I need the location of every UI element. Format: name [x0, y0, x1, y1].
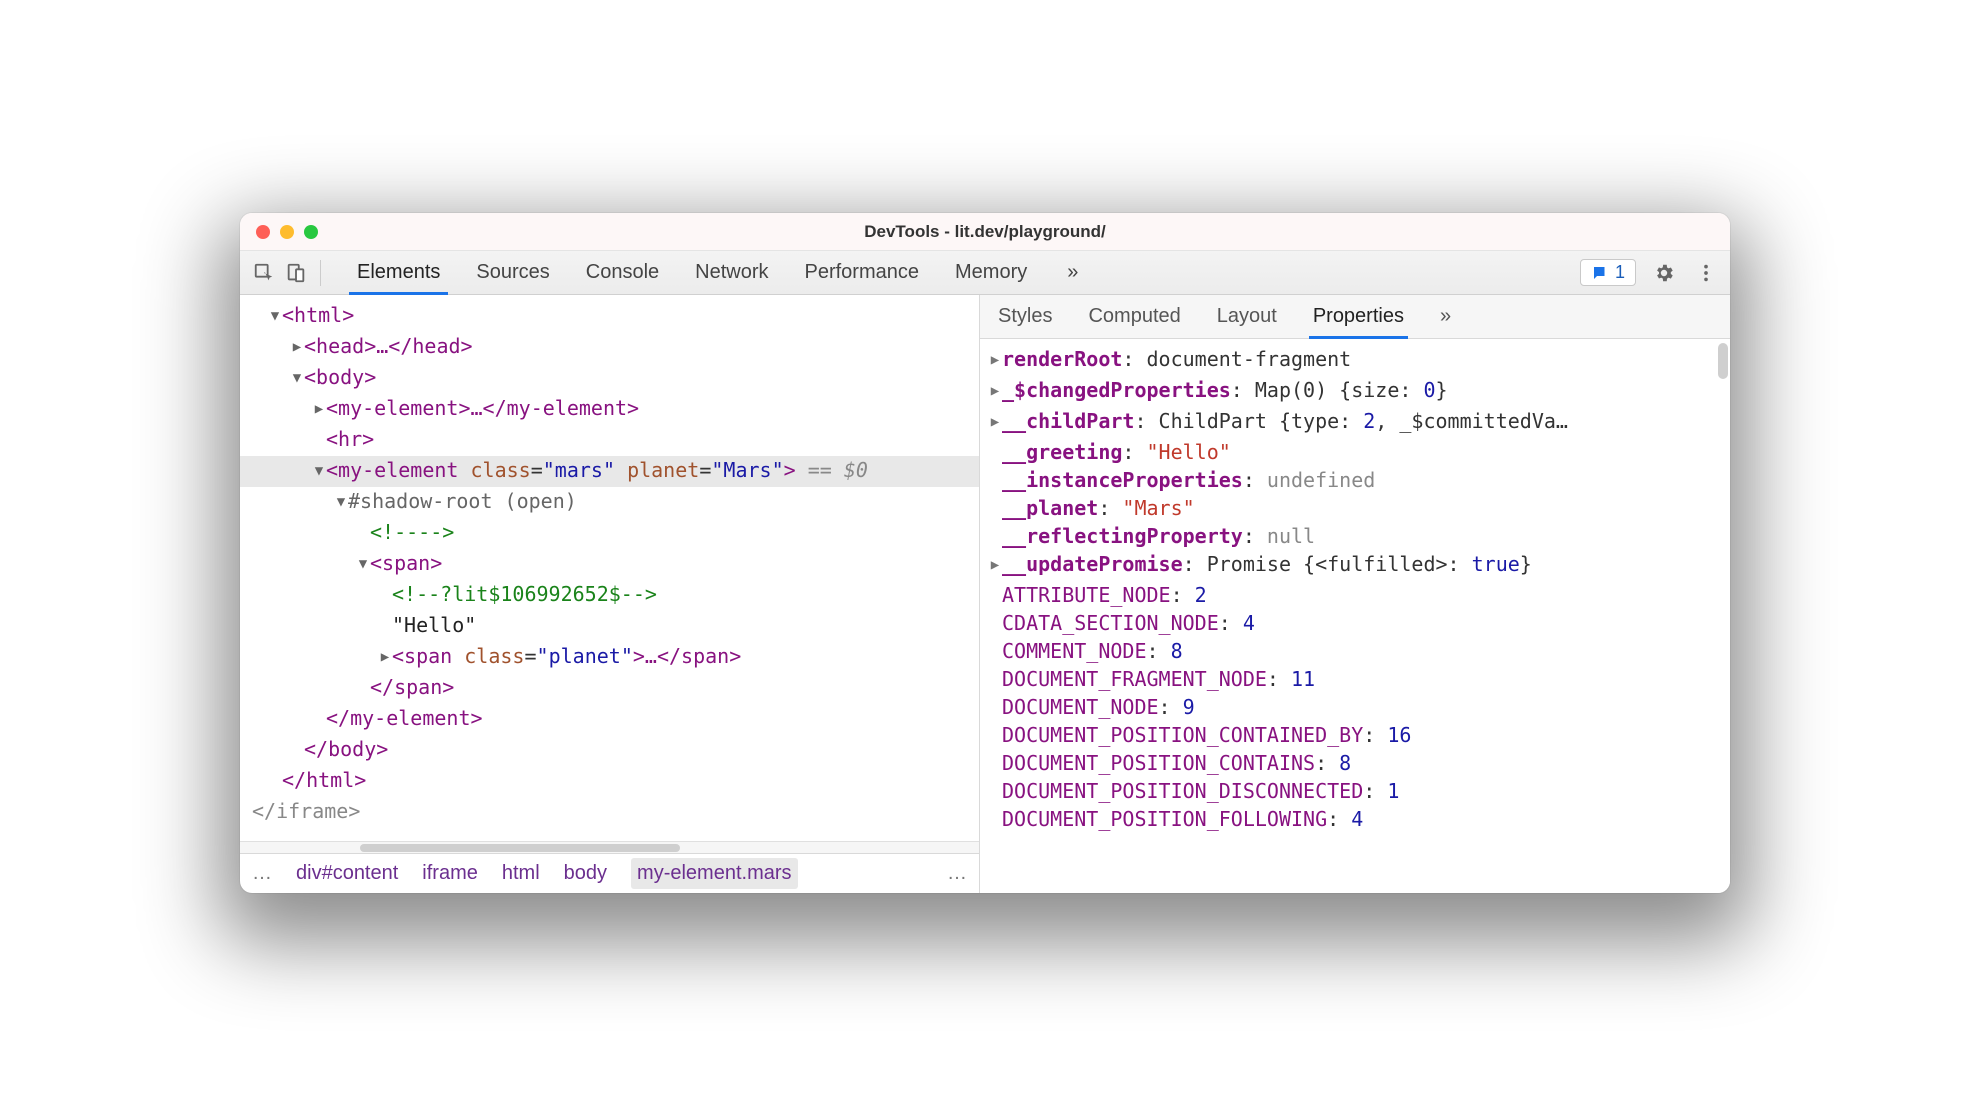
main-toolbar: ElementsSourcesConsoleNetworkPerformance… — [240, 251, 1730, 295]
dom-horizontal-scrollbar[interactable] — [240, 841, 979, 853]
property-row[interactable]: __reflectingProperty: null — [988, 522, 1722, 550]
dom-comment-empty[interactable]: <!----> — [370, 520, 454, 544]
more-options-icon[interactable] — [1692, 259, 1720, 287]
sidebar-tab-layout[interactable]: Layout — [1213, 295, 1281, 338]
dom-html-close[interactable]: </html> — [282, 768, 366, 792]
dom-body-open[interactable]: <body> — [304, 365, 376, 389]
breadcrumb-item[interactable]: body — [564, 862, 607, 885]
panel-tab-console[interactable]: Console — [568, 251, 677, 294]
property-row[interactable]: ▶__childPart: ChildPart {type: 2, _$comm… — [988, 407, 1722, 438]
devtools-window: DevTools - lit.dev/playground/ ElementsS… — [240, 213, 1730, 893]
property-row[interactable]: DOCUMENT_POSITION_FOLLOWING: 4 — [988, 805, 1722, 833]
panel-tabs-more[interactable]: » — [1049, 261, 1096, 284]
dom-shadow-root[interactable]: #shadow-root (open) — [348, 489, 577, 513]
dom-hr[interactable]: <hr> — [326, 427, 374, 451]
property-row[interactable]: ATTRIBUTE_NODE: 2 — [988, 581, 1722, 609]
window-title: DevTools - lit.dev/playground/ — [240, 222, 1730, 242]
panel-tab-network[interactable]: Network — [677, 251, 786, 294]
dom-iframe-ghost: </iframe> — [252, 799, 360, 823]
panel-tabs: ElementsSourcesConsoleNetworkPerformance… — [339, 251, 1045, 294]
dom-selected-row[interactable]: ▼<my-element class="mars" planet="Mars">… — [240, 456, 979, 487]
issues-badge[interactable]: 1 — [1580, 259, 1636, 286]
property-row[interactable]: DOCUMENT_POSITION_CONTAINED_BY: 16 — [988, 721, 1722, 749]
property-row[interactable]: ▶renderRoot: document-fragment — [988, 345, 1722, 376]
breadcrumb-item[interactable]: iframe — [422, 862, 478, 885]
properties-scrollbar[interactable] — [1718, 343, 1728, 379]
breadcrumb-ellipsis-left[interactable]: … — [252, 862, 272, 885]
sidebar-tabs: Styles Computed Layout Properties » — [980, 295, 1730, 339]
property-row[interactable]: ▶_$changedProperties: Map(0) {size: 0} — [988, 376, 1722, 407]
property-row[interactable]: CDATA_SECTION_NODE: 4 — [988, 609, 1722, 637]
panel-tab-memory[interactable]: Memory — [937, 251, 1045, 294]
dom-myelement-1[interactable]: <my-element>…</my-element> — [326, 396, 639, 420]
property-row[interactable]: __planet: "Mars" — [988, 494, 1722, 522]
dom-head[interactable]: <head>…</head> — [304, 334, 473, 358]
sidebar-tab-styles[interactable]: Styles — [994, 295, 1056, 338]
dom-span-close[interactable]: </span> — [370, 675, 454, 699]
sidebar-panel: Styles Computed Layout Properties » ▶renderR… — [980, 295, 1730, 893]
dom-lit-comment[interactable]: <!--?lit$106992652$--> — [392, 582, 657, 606]
property-row[interactable]: DOCUMENT_POSITION_DISCONNECTED: 1 — [988, 777, 1722, 805]
inspect-element-icon[interactable] — [250, 259, 278, 287]
breadcrumb-item[interactable]: html — [502, 862, 540, 885]
dom-tree[interactable]: ▼<html> ▶<head>…</head> ▼<body> ▶<my-ele… — [240, 295, 979, 841]
dom-breadcrumb: … div#content iframe html body my-elemen… — [240, 853, 979, 893]
sidebar-tabs-more[interactable]: » — [1436, 295, 1455, 338]
device-toolbar-icon[interactable] — [282, 259, 310, 287]
property-row[interactable]: DOCUMENT_FRAGMENT_NODE: 11 — [988, 665, 1722, 693]
panel-tab-sources[interactable]: Sources — [458, 251, 567, 294]
panel-tab-elements[interactable]: Elements — [339, 251, 458, 294]
settings-icon[interactable] — [1650, 259, 1678, 287]
breadcrumb-ellipsis-right[interactable]: … — [947, 862, 967, 885]
properties-list[interactable]: ▶renderRoot: document-fragment▶_$changed… — [980, 339, 1730, 893]
property-row[interactable]: __greeting: "Hello" — [988, 438, 1722, 466]
dom-body-close[interactable]: </body> — [304, 737, 388, 761]
property-row[interactable]: __instanceProperties: undefined — [988, 466, 1722, 494]
property-row[interactable]: DOCUMENT_NODE: 9 — [988, 693, 1722, 721]
elements-panel: ▼<html> ▶<head>…</head> ▼<body> ▶<my-ele… — [240, 295, 980, 893]
dom-myelement-close[interactable]: </my-element> — [326, 706, 483, 730]
sidebar-tab-properties[interactable]: Properties — [1309, 295, 1408, 338]
dom-html-open[interactable]: <html> — [282, 303, 354, 327]
sidebar-tab-computed[interactable]: Computed — [1084, 295, 1184, 338]
property-row[interactable]: ▶__updatePromise: Promise {<fulfilled>: … — [988, 550, 1722, 581]
titlebar: DevTools - lit.dev/playground/ — [240, 213, 1730, 251]
dom-span-open[interactable]: <span> — [370, 551, 442, 575]
breadcrumb-item[interactable]: div#content — [296, 862, 398, 885]
toolbar-divider — [320, 260, 321, 286]
property-row[interactable]: DOCUMENT_POSITION_CONTAINS: 8 — [988, 749, 1722, 777]
dom-selected-indicator: == $0 — [796, 458, 868, 482]
issues-count: 1 — [1615, 262, 1625, 283]
property-row[interactable]: COMMENT_NODE: 8 — [988, 637, 1722, 665]
panel-tab-performance[interactable]: Performance — [787, 251, 938, 294]
breadcrumb-item-selected[interactable]: my-element.mars — [631, 858, 797, 889]
dom-text-hello[interactable]: "Hello" — [392, 613, 476, 637]
